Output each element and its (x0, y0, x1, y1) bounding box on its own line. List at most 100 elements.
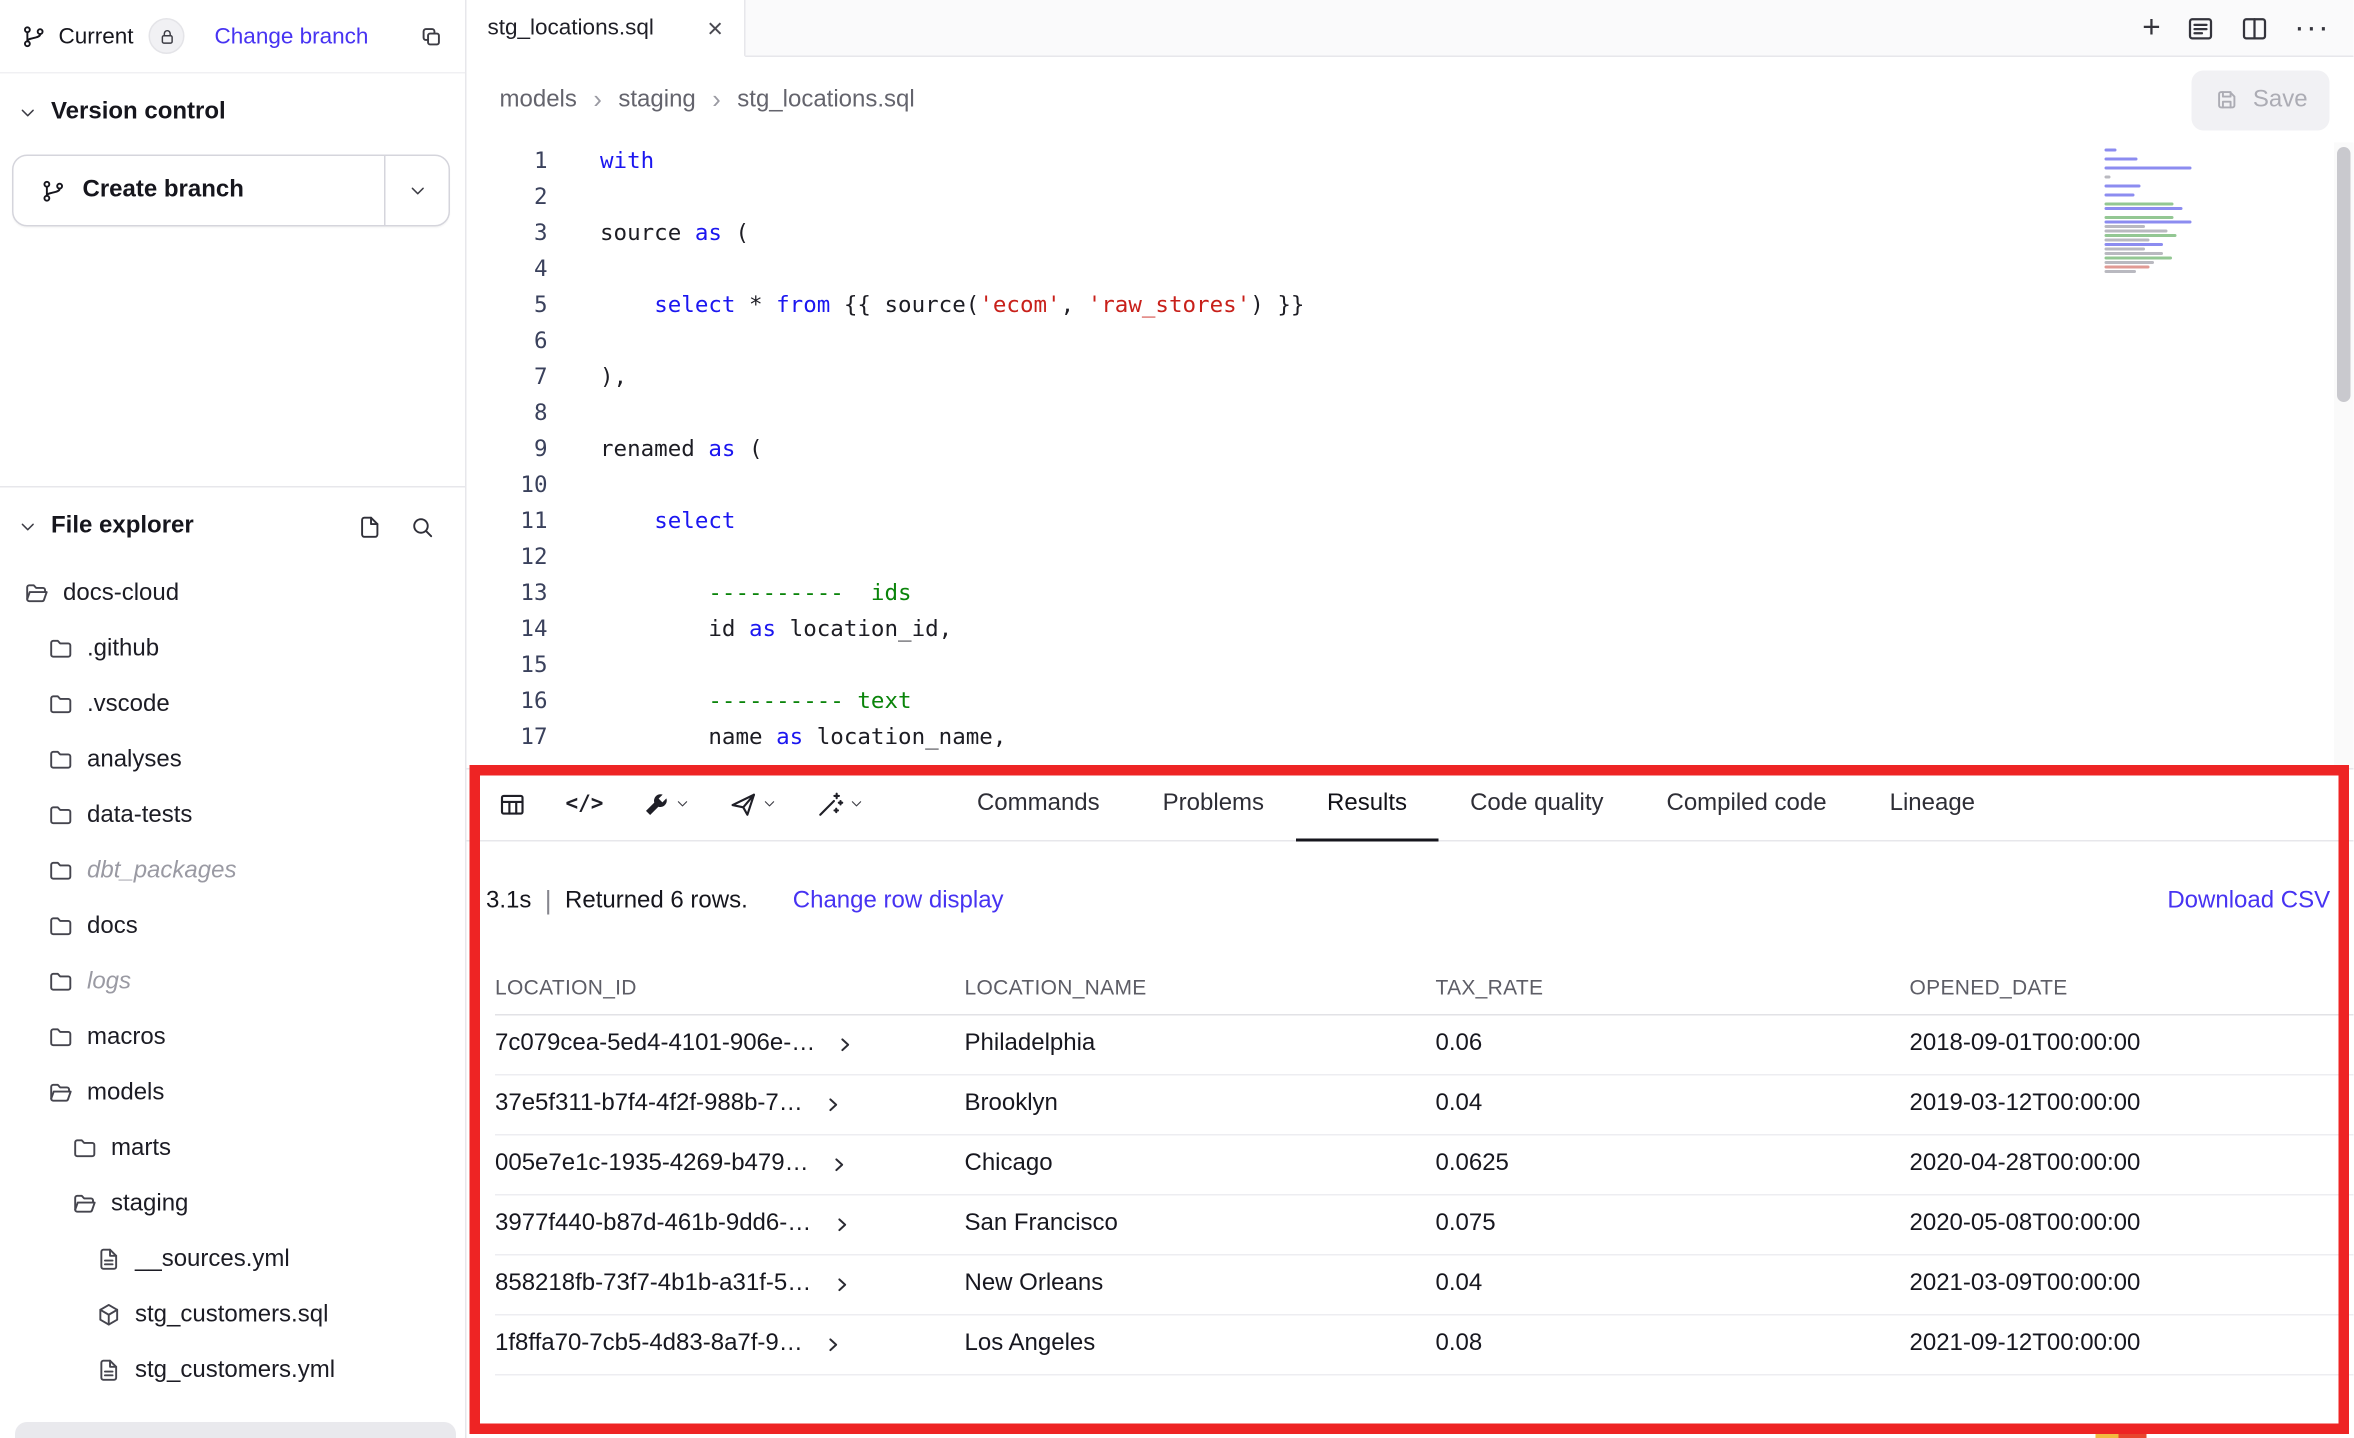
tree-item-data-tests[interactable]: data-tests (0, 788, 465, 844)
chevron-down-icon (407, 181, 427, 201)
results-table-button[interactable] (486, 781, 539, 828)
tree-item-label: .vscode (87, 691, 170, 718)
panel-tab-problems[interactable]: Problems (1131, 769, 1295, 840)
status-chip-partial (2096, 1428, 2147, 1438)
create-branch-dropdown[interactable] (384, 156, 449, 225)
expand-cell-icon[interactable] (832, 1275, 852, 1295)
code-editor[interactable]: 1with23source as (45 select * from {{ so… (467, 143, 2354, 768)
download-csv-link[interactable]: Download CSV (2167, 888, 2330, 915)
cell-value: 2019-03-12T00:00:00 (1910, 1091, 2354, 1118)
tree-item-stg-customers-yml[interactable]: stg_customers.yml (0, 1343, 465, 1399)
chevron-down-icon[interactable] (18, 517, 38, 537)
file-explorer-header: File explorer (51, 513, 194, 540)
new-tab-icon[interactable]: + (2142, 12, 2162, 44)
copy-icon[interactable] (419, 23, 445, 49)
cell-value: Chicago (965, 1151, 1436, 1178)
tree-item-models[interactable]: models (0, 1065, 465, 1121)
tab-bar: stg_locations.sql × + ··· (467, 0, 2354, 57)
tree-item-logs[interactable]: logs (0, 954, 465, 1010)
tree-item-docs[interactable]: docs (0, 899, 465, 955)
close-icon[interactable]: × (707, 14, 723, 41)
cell-value: 858218fb-73f7-4b1b-a31f-5… (495, 1271, 811, 1298)
minimap[interactable] (2105, 149, 2213, 274)
expand-cell-icon[interactable] (836, 1035, 856, 1055)
separator: | (545, 886, 552, 916)
folder-open-icon (72, 1191, 98, 1217)
cell-value: 0.0625 (1436, 1151, 1910, 1178)
code-line: 12 (467, 539, 2354, 575)
cell-location-id: 37e5f311-b7f4-4f2f-988b-7… (495, 1091, 965, 1118)
file-list-icon[interactable] (2186, 13, 2216, 43)
wrench-icon (642, 790, 671, 819)
tree-item-sources-yml[interactable]: __sources.yml (0, 1232, 465, 1288)
code-line: 4 (467, 251, 2354, 287)
branch-bar: Current Change branch (0, 0, 465, 74)
line-number: 9 (467, 431, 548, 467)
expand-cell-icon[interactable] (832, 1215, 852, 1235)
file-icon (96, 1358, 122, 1384)
panel-tab-results[interactable]: Results (1296, 769, 1439, 840)
build-tools-button[interactable] (630, 781, 702, 828)
tree-item-dbt-packages[interactable]: dbt_packages (0, 843, 465, 899)
ai-assist-button[interactable] (804, 781, 876, 828)
table-row: 1f8ffa70-7cb5-4d83-8a7f-9…Los Angeles0.0… (495, 1315, 2354, 1375)
tree-item-github[interactable]: .github (0, 621, 465, 677)
run-query-button[interactable] (717, 781, 789, 828)
breadcrumb-item[interactable]: models (500, 86, 577, 113)
panel-tab-compiled-code[interactable]: Compiled code (1635, 769, 1858, 840)
tree-item-label: analyses (87, 746, 182, 773)
tree-item-label: logs (87, 968, 131, 995)
cell-value: 0.06 (1436, 1031, 1910, 1058)
new-file-icon[interactable] (357, 514, 383, 540)
cell-location-id: 3977f440-b87d-461b-9dd6-… (495, 1211, 965, 1238)
scrollbar-thumb[interactable] (2338, 147, 2352, 402)
change-row-display-link[interactable]: Change row display (793, 888, 1004, 915)
table-icon (498, 790, 527, 819)
chevron-down-icon (675, 797, 690, 812)
sidebar: Current Change branch Version control Cr… (0, 0, 467, 1438)
expand-cell-icon[interactable] (824, 1095, 844, 1115)
column-header: TAX_RATE (1436, 975, 1910, 999)
panel-tab-code-quality[interactable]: Code quality (1439, 769, 1635, 840)
rows-returned-message: Returned 6 rows. (565, 888, 748, 915)
code-line: 16 ---------- text (467, 683, 2354, 719)
tree-item-partial[interactable] (15, 1422, 456, 1438)
tree-item-docs-cloud[interactable]: docs-cloud (0, 566, 465, 622)
tree-item-marts[interactable]: marts (0, 1121, 465, 1177)
panel-tab-commands[interactable]: Commands (945, 769, 1131, 840)
version-control-section: Version control Create branch (0, 74, 465, 488)
cell-value: 005e7e1c-1935-4269-b479… (495, 1151, 809, 1178)
chevron-down-icon[interactable] (18, 103, 38, 123)
breadcrumb-item[interactable]: staging (618, 86, 695, 113)
breadcrumb-separator: › (712, 85, 721, 115)
tree-item-stg-customers-sql[interactable]: stg_customers.sql (0, 1287, 465, 1343)
tree-item-analyses[interactable]: analyses (0, 732, 465, 788)
breadcrumb-item[interactable]: stg_locations.sql (737, 86, 914, 113)
file-explorer-section: File explorer docs-cloud.github .vscode an… (0, 488, 465, 1438)
create-branch-main[interactable]: Create branch (14, 156, 385, 225)
line-number: 8 (467, 395, 548, 431)
code-text: id as location_id, (600, 611, 952, 647)
code-view-button[interactable]: </> (554, 783, 616, 825)
cell-value: 0.08 (1436, 1331, 1910, 1358)
tree-item-macros[interactable]: macros (0, 1010, 465, 1066)
expand-cell-icon[interactable] (824, 1335, 844, 1355)
code-icon: </> (566, 792, 604, 816)
code-text: ---------- ids (600, 575, 912, 611)
tree-item-staging[interactable]: staging (0, 1176, 465, 1232)
save-button[interactable]: Save (2191, 70, 2330, 130)
line-number: 6 (467, 323, 548, 359)
change-branch-link[interactable]: Change branch (215, 23, 369, 49)
panel-tab-lineage[interactable]: Lineage (1858, 769, 2006, 840)
split-editor-icon[interactable] (2240, 13, 2270, 43)
expand-cell-icon[interactable] (830, 1155, 850, 1175)
cell-value: 2021-03-09T00:00:00 (1910, 1271, 2354, 1298)
tree-item-label: staging (111, 1190, 188, 1217)
tab-stg-locations[interactable]: stg_locations.sql × (467, 0, 746, 57)
tree-item-vscode[interactable]: .vscode (0, 677, 465, 733)
search-icon[interactable] (410, 514, 436, 540)
line-number: 1 (467, 143, 548, 179)
tree-item-label: __sources.yml (135, 1246, 290, 1273)
line-number: 4 (467, 251, 548, 287)
overflow-menu-icon[interactable]: ··· (2294, 12, 2330, 44)
